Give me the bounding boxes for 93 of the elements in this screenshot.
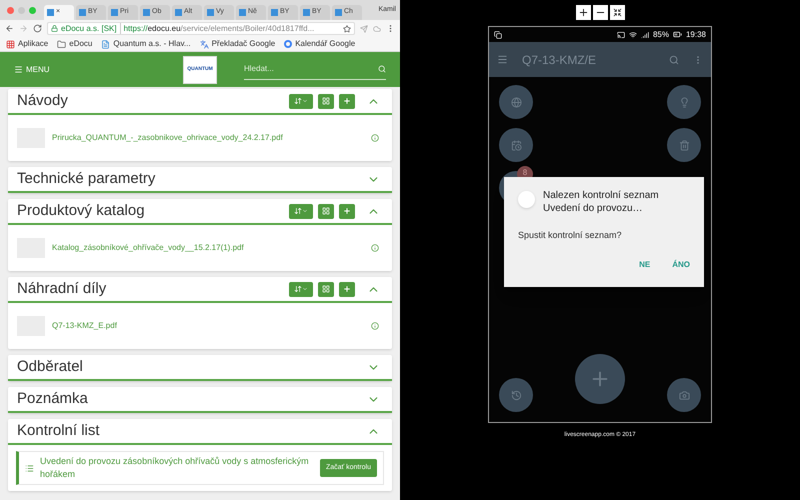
camera-button[interactable]: [667, 378, 701, 412]
add-button[interactable]: [339, 282, 355, 296]
section-title: Technické parametry: [17, 168, 156, 189]
sort-button[interactable]: [289, 94, 313, 108]
lightbulb-icon: [678, 96, 690, 108]
add-fab[interactable]: [575, 354, 625, 404]
bookmark[interactable]: Kalendář Google: [284, 38, 356, 50]
extension-icon[interactable]: [360, 24, 368, 32]
cloud-icon[interactable]: [373, 24, 381, 32]
trash-button[interactable]: [667, 128, 701, 162]
section-title: Produktový katalog: [17, 200, 146, 221]
shrink-icon: [612, 8, 622, 17]
sort-button[interactable]: [289, 204, 313, 218]
forward-icon[interactable]: [19, 24, 28, 33]
section-header[interactable]: Návody: [8, 89, 392, 115]
folder-icon: [57, 40, 66, 48]
signal-icon: [640, 30, 649, 38]
file-link[interactable]: Q7-13-KMZ_E.pdf: [52, 320, 364, 332]
lightbulb-button[interactable]: [667, 85, 701, 119]
caret-icon: [302, 208, 308, 214]
apps-icon: [6, 40, 15, 48]
plus-icon: [578, 7, 588, 18]
globe-icon: [510, 96, 522, 108]
back-icon[interactable]: [5, 24, 14, 33]
page-icon: [101, 40, 110, 48]
grid-button[interactable]: [318, 282, 334, 296]
plus-icon: [343, 285, 351, 293]
zoom-out-button[interactable]: [592, 5, 608, 20]
section-header[interactable]: Poznámka: [8, 387, 392, 413]
section-header[interactable]: Náhradní díly: [8, 277, 392, 303]
menu-icon[interactable]: [497, 54, 508, 65]
dialog-message: Spustit kontrolní seznam?: [518, 229, 623, 242]
reload-icon[interactable]: [33, 24, 42, 33]
google-icon: [284, 40, 292, 48]
sort-icon: [294, 97, 302, 105]
grid-button[interactable]: [318, 94, 334, 108]
caret-icon: [302, 286, 308, 292]
info-icon[interactable]: [371, 322, 379, 330]
grid-icon: [322, 207, 330, 215]
window-icon: [494, 30, 502, 38]
cast-icon: [616, 30, 625, 38]
plus-icon: [343, 207, 351, 215]
sort-icon: [294, 285, 302, 293]
caret-icon: [302, 98, 308, 104]
translate-icon: [200, 40, 209, 48]
address-bar[interactable]: eDocu a.s. [SK] https://edocu.eu/service/elements/Boiler/40d1817ffd...: [47, 22, 355, 35]
menu-icon: [14, 65, 23, 74]
file-link[interactable]: Prirucka_QUANTUM_-_zasobnikove_ohrivace_vody_24.2.17.pdf: [52, 132, 364, 144]
section-header[interactable]: Technické parametry: [8, 167, 392, 193]
history-icon: [510, 390, 522, 400]
grid-icon: [322, 97, 330, 105]
section-title: Návody: [17, 90, 69, 111]
plus-icon: [343, 97, 351, 105]
section-title: Odběratel: [17, 356, 84, 377]
zoom-in-button[interactable]: [576, 5, 590, 20]
dialog-title: Nalezen kontrolní seznam Uvedení do provozu…: [543, 189, 660, 215]
bookmark[interactable]: eDocu: [57, 38, 92, 50]
menu-button[interactable]: MENU: [14, 64, 50, 76]
section-title: Kontrolní list: [17, 420, 101, 441]
bookmark[interactable]: Překladač Google: [200, 38, 276, 50]
dialog-icon: [518, 191, 535, 208]
camera-icon: [678, 390, 690, 400]
info-icon[interactable]: [371, 244, 379, 252]
trash-icon: [678, 140, 690, 150]
section-header[interactable]: Produktový katalog: [8, 199, 392, 225]
add-button[interactable]: [339, 204, 355, 218]
clock: 19:38: [686, 28, 706, 40]
grid-button[interactable]: [318, 204, 334, 218]
section-title: Poznámka: [17, 388, 89, 409]
info-icon[interactable]: [371, 134, 379, 142]
file-link[interactable]: Katalog_zásobníkové_ohřívače_vody__15.2.17(1).pdf: [52, 242, 364, 254]
sort-icon: [294, 207, 302, 215]
calendar-button[interactable]: [499, 128, 533, 162]
section-header[interactable]: Kontrolní list: [8, 419, 392, 445]
battery-icon: [672, 30, 682, 39]
grid-icon: [322, 285, 330, 293]
wifi-icon: [628, 30, 637, 38]
close-window-icon[interactable]: [7, 6, 14, 14]
history-button[interactable]: [499, 378, 533, 412]
battery-level: 85%: [652, 28, 669, 40]
list-icon: [25, 464, 34, 472]
search-icon[interactable]: [669, 54, 679, 64]
fit-button[interactable]: [610, 5, 624, 20]
calendar-icon: [510, 140, 522, 150]
section-title: Náhradní díly: [17, 278, 108, 299]
bookmark[interactable]: Aplikace: [6, 38, 48, 50]
add-button[interactable]: [339, 94, 355, 108]
app-title: Q7-13-KMZ/E: [522, 52, 598, 68]
section-header[interactable]: Odběratel: [8, 355, 392, 381]
bookmark[interactable]: Quantum a.s. - Hlav...: [101, 38, 191, 50]
checklist-title[interactable]: Uvedení do provozu zásobníkových ohřívačů vody s atmosferickým hořákem: [40, 455, 314, 481]
globe-button[interactable]: [499, 85, 533, 119]
sort-button[interactable]: [289, 282, 313, 296]
